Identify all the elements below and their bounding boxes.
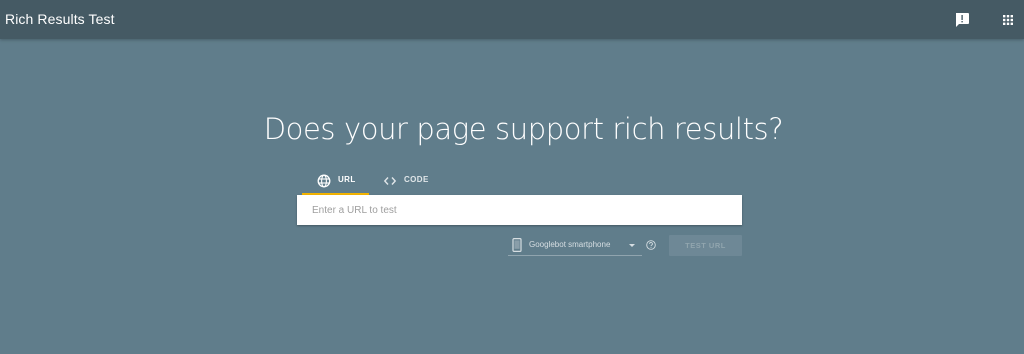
code-icon [383,177,397,185]
smartphone-icon [512,238,522,252]
globe-icon [317,174,331,188]
app-title[interactable]: Rich Results Test [5,11,115,27]
url-input-container [297,195,742,225]
tab-url[interactable]: URL [302,166,369,195]
top-app-bar: Rich Results Test [0,0,1024,39]
apps-button[interactable] [1000,12,1016,28]
feedback-icon [956,13,969,27]
user-agent-select[interactable]: Googlebot smartphone [508,235,642,256]
apps-grid-icon [1003,15,1013,25]
url-input[interactable] [297,195,742,225]
tab-url-label: URL [338,175,356,184]
test-url-button[interactable]: TEST URL [669,235,742,256]
chevron-down-icon [629,244,635,247]
tab-code[interactable]: CODE [370,166,440,195]
help-icon[interactable] [646,240,656,250]
feedback-button[interactable] [953,11,971,29]
tab-code-label: CODE [404,175,429,184]
page-headline: Does your page support rich results? [263,112,784,146]
user-agent-selected: Googlebot smartphone [529,240,611,249]
